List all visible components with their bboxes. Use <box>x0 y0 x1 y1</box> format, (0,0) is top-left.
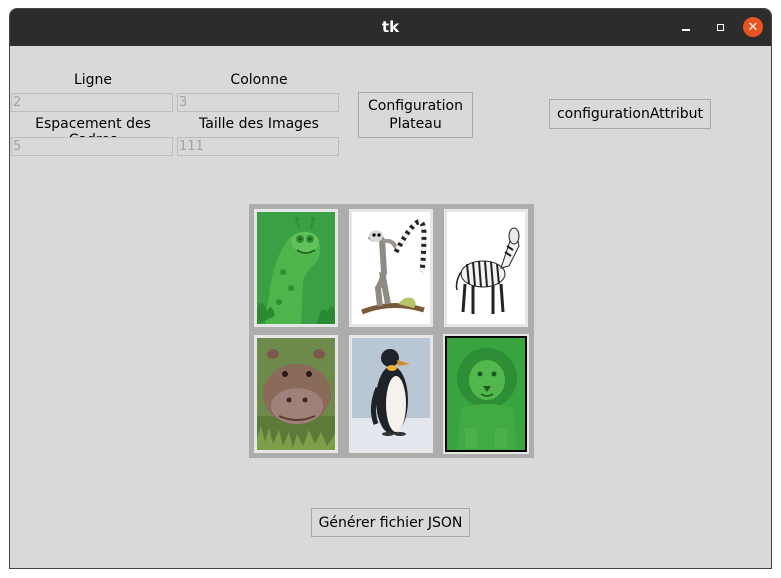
card-lemur[interactable] <box>349 209 433 327</box>
taille-label: Taille des Images <box>199 116 319 132</box>
card-zebra[interactable] <box>444 209 528 327</box>
colonne-field[interactable]: 3 <box>177 93 339 112</box>
configuration-plateau-line1: Configuration <box>368 98 463 114</box>
espacement-field[interactable]: 5 <box>11 137 173 156</box>
zebra-image <box>447 212 525 324</box>
configuration-plateau-line2: Plateau <box>389 116 442 132</box>
window-title: tk <box>381 18 400 36</box>
giraffe-image <box>257 212 335 324</box>
titlebar[interactable]: tk ✕ <box>10 9 771 46</box>
hippo-image <box>257 338 335 450</box>
minimize-icon <box>682 29 690 31</box>
generer-json-button[interactable]: Générer fichier JSON <box>311 508 470 537</box>
close-icon: ✕ <box>747 19 759 35</box>
configuration-attribut-button[interactable]: configurationAttribut <box>549 99 711 129</box>
ligne-field[interactable]: 2 <box>11 93 173 112</box>
configuration-plateau-button[interactable]: Configuration Plateau <box>358 92 473 138</box>
minimize-button[interactable] <box>676 17 696 37</box>
taille-field[interactable]: 111 <box>177 137 339 156</box>
maximize-button[interactable] <box>710 17 730 37</box>
maximize-icon <box>716 23 724 31</box>
card-penguin[interactable] <box>349 335 433 453</box>
ligne-label: Ligne <box>73 72 113 88</box>
lion-image <box>447 338 525 450</box>
lemur-image <box>352 212 430 324</box>
card-giraffe[interactable] <box>254 209 338 327</box>
close-button[interactable]: ✕ <box>743 17 763 37</box>
card-lion[interactable] <box>443 334 529 454</box>
game-board <box>249 204 534 458</box>
app-window: tk ✕ Ligne Colonne 2 3 Espacement des Ca… <box>9 8 772 569</box>
card-hippo[interactable] <box>254 335 338 453</box>
colonne-label: Colonne <box>230 72 288 88</box>
penguin-image <box>352 338 430 450</box>
